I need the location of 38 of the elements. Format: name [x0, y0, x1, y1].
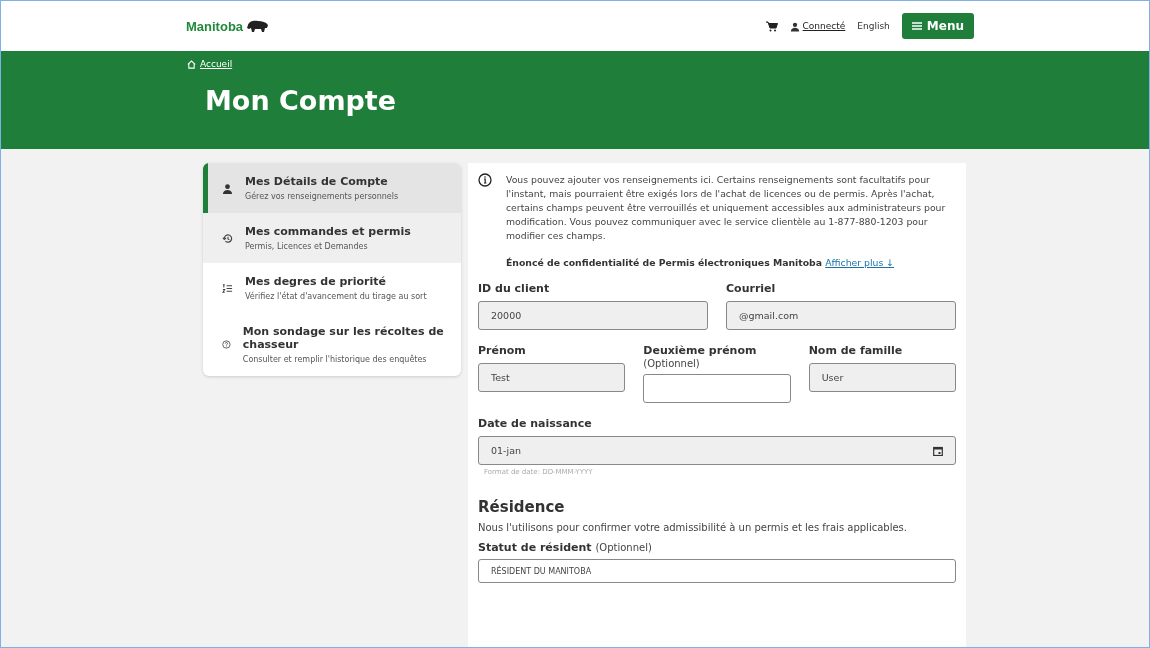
sidebar-item[interactable]: Mon sondage sur les récoltes de chasseur Consulter et remplir l'historique des enquêtes — [203, 313, 461, 376]
person-icon — [789, 20, 800, 32]
section-heading: Résidence — [478, 498, 566, 516]
breadcrumb-link[interactable]: Accueil — [200, 59, 233, 69]
menu-icon — [911, 22, 922, 30]
field-label: ID du client — [478, 282, 550, 295]
privacy-statement: Énoncé de confidentialité de Permis électroniques Manitoba — [506, 257, 822, 268]
cart-icon[interactable] — [765, 20, 778, 32]
date-field[interactable]: 01-jan — [478, 436, 956, 465]
field-label: Nom de famille — [808, 344, 903, 357]
history-icon — [222, 232, 233, 244]
sidebar-item[interactable]: Mes Détails de Compte Gérez vos renseignements personnels — [203, 163, 461, 213]
section-description: Nous l'utilisons pour confirmer votre admissibilité à un permis et les frais applicables. — [478, 522, 908, 533]
language-link[interactable]: English — [857, 21, 890, 31]
optional-label: (Optionnel) — [643, 358, 701, 369]
input-field[interactable] — [643, 374, 791, 403]
field-label: Courriel — [726, 282, 776, 295]
info-text: Vous pouvez ajouter vos renseignements ici. Certains renseignements sont facultatifs pour l'instant, mais pourraient être exigés lors de l'achat de licences ou de permis. Après l'achat, certains champs peuvent être verrouillés et uniquement accessibles aux administrateurs pour modification. Vous pouvez communiquer avec le service clientèle au 1-877-880-1203 pour modifier ces champs. — [506, 173, 947, 243]
sidebar-item[interactable]: Mes degres de priorité Vérifiez l'état d'avancement du tirage au sort — [203, 263, 461, 313]
help-icon — [222, 339, 231, 350]
account-link[interactable]: Connecté — [802, 21, 846, 31]
field-label: Prénom — [478, 344, 526, 357]
page-title: Mon Compte — [205, 85, 398, 116]
field-label: Statut de résident — [478, 541, 592, 554]
bison-icon — [246, 19, 271, 33]
numbered-list-icon — [222, 282, 233, 294]
field-label: Deuxième prénom — [643, 344, 757, 357]
logo-text[interactable]: Manitoba — [186, 18, 244, 34]
resident-status-select[interactable]: RÉSIDENT DU MANITOBA — [478, 559, 956, 583]
optional-label: (Optionnel) — [595, 542, 652, 553]
calendar-icon[interactable] — [933, 445, 943, 456]
field-label: Date de naissance — [478, 417, 593, 431]
sidebar-item[interactable]: Mes commandes et permis Permis, Licences et Demandes — [203, 213, 461, 263]
home-icon — [187, 59, 196, 69]
info-icon — [478, 173, 492, 187]
show-more-link[interactable]: Afficher plus ↓ — [825, 257, 895, 268]
menu-button[interactable]: Menu — [901, 13, 974, 39]
person-icon — [222, 182, 233, 194]
